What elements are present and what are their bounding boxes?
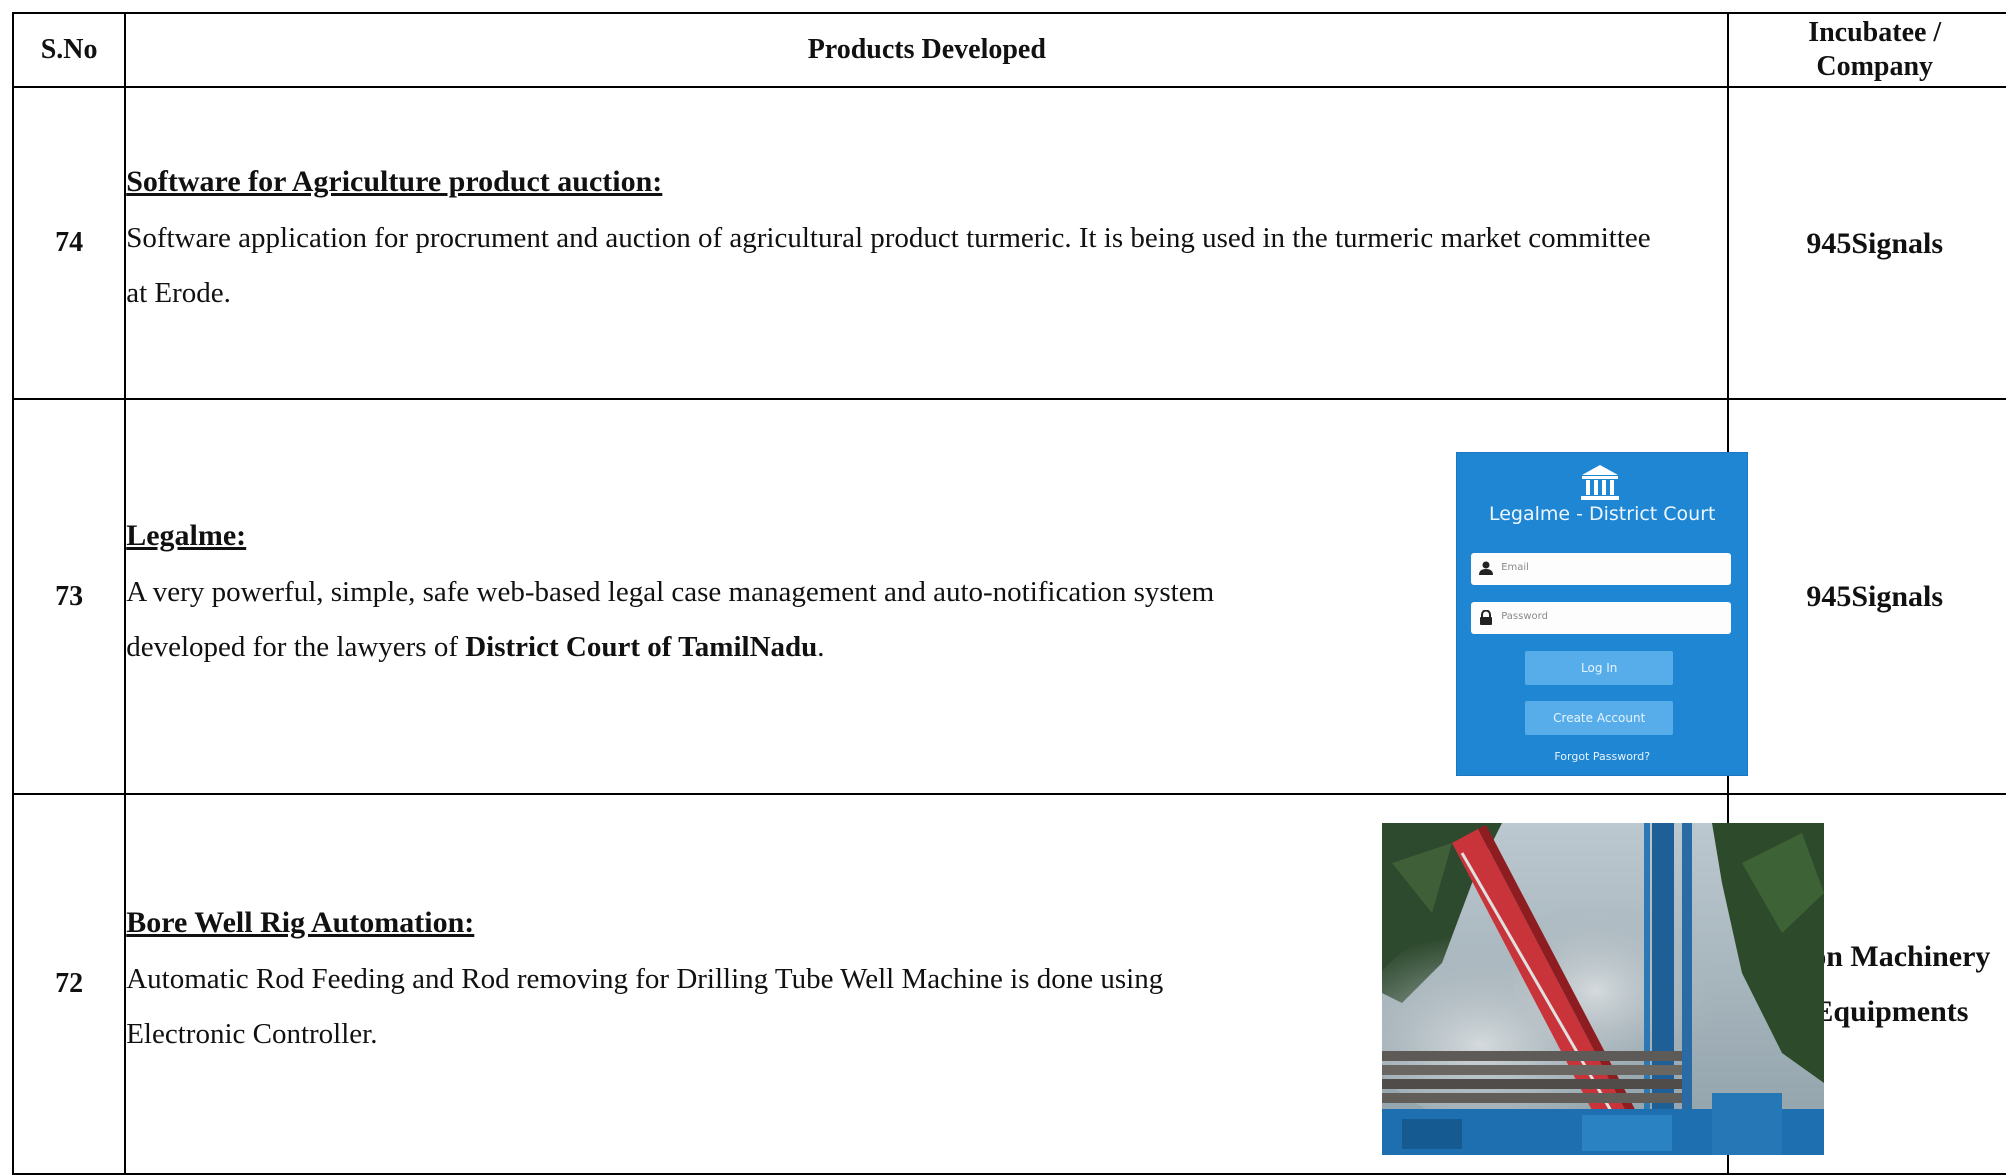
product-cell: Bore Well Rig Automation: Automatic Rod … xyxy=(124,793,1825,1175)
user-icon xyxy=(1479,561,1494,575)
description-suffix: . xyxy=(817,630,825,663)
header-products: Products Developed xyxy=(124,12,1730,88)
table-row: 72 Bore Well Rig Automation: Automatic R… xyxy=(11,793,2006,1175)
product-title: Software for Agriculture product auction… xyxy=(126,165,663,198)
product-title: Bore Well Rig Automation: xyxy=(126,906,475,939)
row-sno: 72 xyxy=(11,793,127,1175)
company-name: 945Signals xyxy=(1806,226,1944,260)
lock-icon xyxy=(1480,610,1493,625)
product-cell: Software for Agriculture product auction… xyxy=(124,86,1730,400)
product-cell: Legalme: A very powerful, simple, safe w… xyxy=(124,398,1749,795)
table-row: 74 Software for Agriculture product auct… xyxy=(11,86,2006,400)
bore-well-rig-photo xyxy=(1382,823,1825,1155)
legalme-app-screenshot: Legalme - District Court Email Password xyxy=(1456,452,1749,776)
company-cell: 945Signals xyxy=(1727,398,2006,795)
product-text: Software for Agriculture product auction… xyxy=(126,165,1676,321)
table-row: 73 Legalme: A very powerful, simple, saf… xyxy=(11,398,2006,795)
product-description: Software application for procrument and … xyxy=(126,222,1651,309)
product-description: Automatic Rod Feeding and Rod removing f… xyxy=(126,963,1164,1050)
product-title: Legalme: xyxy=(126,518,247,552)
company-cell: 945Signals xyxy=(1727,86,2006,400)
row-sno: 73 xyxy=(11,398,127,795)
forgot-password-link: Forgot Password? xyxy=(1554,750,1651,763)
header-company-line1: Incubatee / xyxy=(1808,17,1942,48)
create-account-button: Create Account xyxy=(1525,701,1674,735)
header-company-line2: Company xyxy=(1816,51,1934,82)
login-button: Log In xyxy=(1525,651,1674,685)
password-placeholder: Password xyxy=(1501,611,1548,622)
password-field: Password xyxy=(1471,602,1732,634)
email-field: Email xyxy=(1471,553,1732,585)
products-table: S.No Products Developed Incubatee / Comp… xyxy=(11,12,2006,1175)
legalme-title: Legalme - District Court xyxy=(1488,503,1716,525)
product-text: Legalme: A very powerful, simple, safe w… xyxy=(126,519,1256,675)
courthouse-icon xyxy=(1581,465,1620,500)
row-sno: 74 xyxy=(11,86,127,400)
description-bold: District Court of TamilNadu xyxy=(465,630,818,663)
header-sno: S.No xyxy=(11,12,127,88)
table-header-row: S.No Products Developed Incubatee / Comp… xyxy=(11,12,2006,88)
company-name: 945Signals xyxy=(1806,580,1944,613)
product-text: Bore Well Rig Automation: Automatic Rod … xyxy=(126,906,1256,1062)
product-description: A very powerful, simple, safe web-based … xyxy=(126,565,1256,675)
header-company: Incubatee / Company xyxy=(1727,12,2006,88)
email-placeholder: Email xyxy=(1501,562,1529,573)
